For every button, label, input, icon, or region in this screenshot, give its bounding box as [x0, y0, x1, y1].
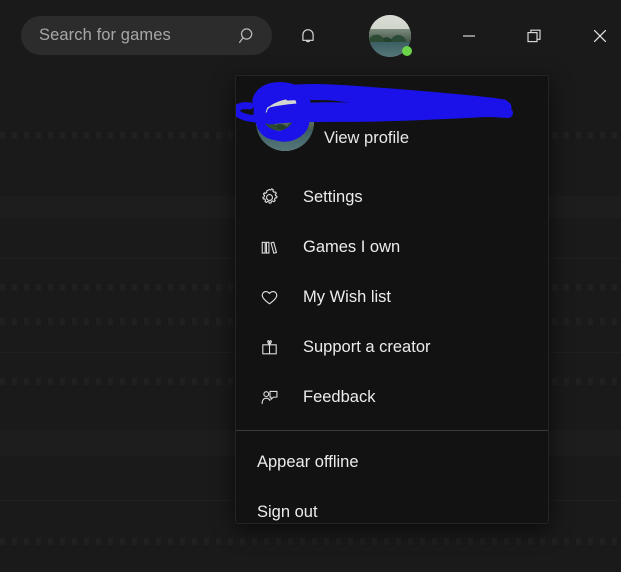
- view-profile-label: View profile: [324, 129, 409, 147]
- notifications-button[interactable]: [288, 16, 328, 56]
- titlebar: Search for games: [0, 0, 621, 72]
- menu-item-support-a-creator[interactable]: Support a creator: [236, 322, 548, 372]
- close-button[interactable]: [580, 16, 620, 56]
- close-icon: [589, 25, 611, 47]
- search-icon[interactable]: [238, 26, 258, 46]
- minimize-icon: [458, 25, 480, 47]
- books-icon: [257, 235, 281, 259]
- bg-skeleton-row: [0, 538, 621, 545]
- search-input[interactable]: Search for games: [21, 16, 272, 55]
- profile-avatar: [256, 93, 314, 151]
- bell-icon: [297, 25, 319, 47]
- menu-item-label: My Wish list: [303, 287, 391, 306]
- menu-item-label: Sign out: [257, 502, 318, 521]
- restore-icon: [523, 25, 545, 47]
- restore-button[interactable]: [514, 16, 554, 56]
- feedback-icon: [257, 385, 281, 409]
- menu-divider: [236, 430, 548, 431]
- gear-icon: [257, 185, 281, 209]
- menu-item-label: Games I own: [303, 237, 401, 256]
- menu-item-feedback[interactable]: Feedback: [236, 372, 548, 422]
- view-profile-item[interactable]: View profile: [236, 76, 548, 172]
- menu-item-label: Settings: [303, 187, 363, 206]
- minimize-button[interactable]: [449, 16, 489, 56]
- menu-item-label: Appear offline: [257, 452, 359, 471]
- menu-item-label: Support a creator: [303, 337, 431, 356]
- menu-item-games-i-own[interactable]: Games I own: [236, 222, 548, 272]
- account-button[interactable]: [369, 15, 412, 57]
- menu-item-settings[interactable]: Settings: [236, 172, 548, 222]
- heart-icon: [257, 285, 281, 309]
- menu-item-appear-offline[interactable]: Appear offline: [236, 437, 548, 487]
- account-menu: View profile Settings Games I own My Wis…: [235, 75, 549, 524]
- gift-icon: [257, 335, 281, 359]
- search-placeholder: Search for games: [39, 26, 171, 44]
- menu-item-label: Feedback: [303, 387, 376, 406]
- status-badge-online: [402, 46, 412, 56]
- menu-item-sign-out[interactable]: Sign out: [236, 487, 548, 523]
- menu-item-my-wish-list[interactable]: My Wish list: [236, 272, 548, 322]
